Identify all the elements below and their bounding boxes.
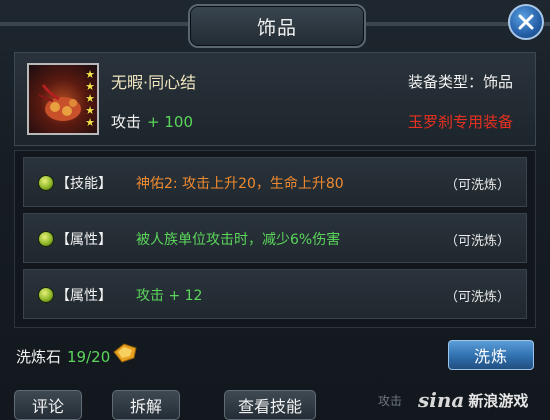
star-icon: ★ [85, 104, 95, 117]
item-icon[interactable]: ★ ★ ★ ★ ★ [27, 63, 99, 135]
wash-stone-icon [113, 343, 137, 363]
attribute-effect: 被人族单位攻击时，减少6%伤害 [136, 232, 341, 248]
wash-stone-count: 洗炼石 19/20 [16, 346, 110, 367]
washable-status: （可洗炼） [444, 178, 510, 193]
attribute-row[interactable]: 【属性】 攻击 + 12 （可洗炼） [23, 269, 527, 319]
star-icon: ★ [85, 92, 95, 105]
star-rating: ★ ★ ★ ★ ★ [85, 69, 95, 128]
star-icon: ★ [85, 80, 95, 93]
wash-stone-value: 19/20 [67, 348, 111, 366]
background-text: 攻击 [378, 394, 403, 408]
attribute-row[interactable]: 【属性】 被人族单位攻击时，减少6%伤害 （可洗炼） [23, 213, 527, 263]
star-icon: ★ [85, 68, 95, 81]
washable-status: （可洗炼） [444, 234, 510, 249]
attribute-effect: 神佑2: 攻击上升20，生命上升80 [136, 176, 344, 192]
sina-logo: sina [418, 388, 465, 412]
gem-icon [38, 231, 54, 247]
sina-watermark: sina 新浪游戏 [418, 384, 528, 416]
close-button[interactable] [508, 4, 544, 40]
stat-value: + 100 [147, 113, 193, 131]
attribute-row[interactable]: 【技能】 神佑2: 攻击上升20，生命上升80 （可洗炼） [23, 157, 527, 207]
exclusive-label: 玉罗刹专用装备 [407, 113, 513, 131]
wash-button[interactable]: 洗炼 [448, 340, 534, 370]
attribute-list: 【技能】 神佑2: 攻击上升20，生命上升80 （可洗炼） 【属性】 被人族单位… [14, 150, 536, 328]
view-skills-button[interactable]: 查看技能 [224, 390, 316, 420]
title-tab: 饰品 [188, 4, 366, 48]
comment-button[interactable]: 评论 [14, 390, 82, 420]
window-title: 饰品 [256, 16, 297, 39]
attribute-category: 【属性】 [56, 232, 112, 248]
item-type: 装备类型：饰品 [407, 73, 513, 91]
watermark-text: 新浪游戏 [468, 391, 529, 410]
wash-stone-label: 洗炼石 [16, 348, 62, 366]
equipment-window: 饰品 ★ ★ ★ ★ ★ 无暇·同心结 装备类型：饰品 攻击 + 100 玉罗刹专用装备 [0, 0, 550, 420]
disassemble-button[interactable]: 拆解 [112, 390, 180, 420]
star-icon: ★ [85, 116, 95, 129]
gem-icon [38, 175, 54, 191]
attribute-effect: 攻击 + 12 [136, 288, 203, 304]
item-stat: 攻击 + 100 [111, 111, 193, 132]
stat-label: 攻击 [111, 113, 142, 131]
close-icon [518, 14, 534, 30]
attribute-category: 【技能】 [56, 176, 112, 192]
item-name: 无暇·同心结 [111, 73, 197, 92]
attribute-category: 【属性】 [56, 288, 112, 304]
item-header: ★ ★ ★ ★ ★ 无暇·同心结 装备类型：饰品 攻击 + 100 玉罗刹专用装备 [14, 52, 536, 146]
washable-status: （可洗炼） [444, 290, 510, 305]
gem-icon [38, 287, 54, 303]
